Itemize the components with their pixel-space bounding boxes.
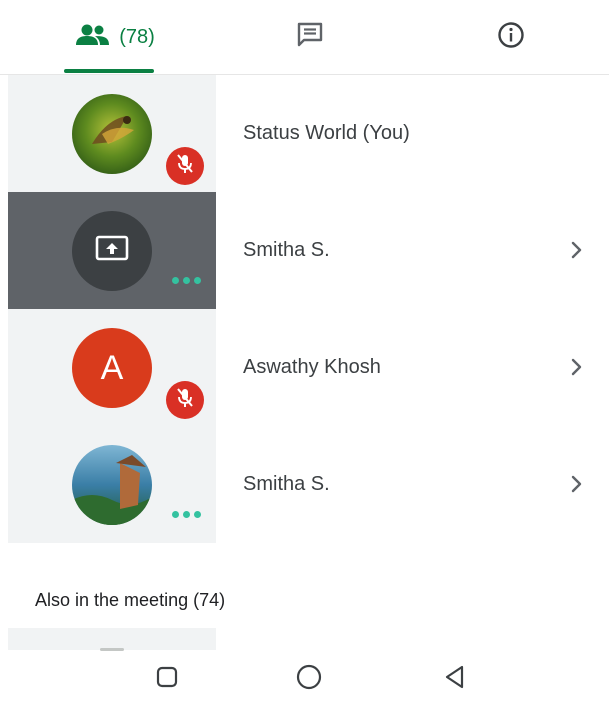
speaking-indicator bbox=[172, 511, 206, 519]
participant-name: Smitha S. bbox=[243, 239, 330, 261]
avatar: A bbox=[72, 328, 152, 408]
chevron-right-icon[interactable] bbox=[566, 471, 588, 497]
triangle-back-icon bbox=[442, 664, 468, 695]
participant-row[interactable]: A Aswathy Khosh bbox=[0, 309, 609, 426]
participant-count: (78) bbox=[119, 25, 155, 48]
speaking-indicator bbox=[172, 277, 206, 285]
info-icon bbox=[496, 20, 526, 55]
tab-info[interactable] bbox=[436, 0, 586, 74]
mic-off-badge bbox=[166, 381, 204, 419]
section-heading: Also in the meeting (74) bbox=[35, 590, 226, 610]
home-button[interactable] bbox=[294, 664, 324, 694]
square-icon bbox=[155, 665, 179, 694]
participant-list: Status World (You) Smitha S. A Aswathy K… bbox=[0, 75, 609, 543]
tab-people[interactable]: (78) bbox=[40, 0, 190, 74]
participant-name: Status World (You) bbox=[243, 122, 410, 144]
screen-share-icon bbox=[95, 235, 129, 268]
recents-button[interactable] bbox=[152, 664, 182, 694]
avatar bbox=[72, 211, 152, 291]
avatar bbox=[100, 648, 124, 651]
chevron-right-icon[interactable] bbox=[566, 237, 588, 263]
participant-name: Smitha S. bbox=[243, 473, 330, 495]
participant-tile bbox=[8, 628, 216, 650]
avatar-letter: A bbox=[100, 348, 124, 387]
mic-off-badge bbox=[166, 147, 204, 185]
active-tab-indicator bbox=[64, 69, 154, 73]
participant-row[interactable]: Smitha S. bbox=[0, 426, 609, 543]
chevron-right-icon[interactable] bbox=[566, 354, 588, 380]
back-button[interactable] bbox=[440, 664, 470, 694]
circle-icon bbox=[295, 663, 323, 696]
avatar bbox=[72, 445, 152, 525]
tab-chat[interactable] bbox=[235, 0, 385, 74]
mic-off-icon bbox=[175, 153, 195, 180]
tab-bar: (78) bbox=[0, 0, 609, 75]
participant-name: Aswathy Khosh bbox=[243, 356, 381, 378]
participant-row[interactable]: Smitha S. bbox=[0, 192, 609, 309]
participant-row[interactable]: Status World (You) bbox=[0, 75, 609, 192]
chat-icon bbox=[295, 21, 325, 54]
avatar bbox=[72, 94, 152, 174]
people-icon bbox=[75, 23, 111, 52]
system-nav-bar bbox=[0, 652, 609, 703]
mic-off-icon bbox=[175, 387, 195, 414]
